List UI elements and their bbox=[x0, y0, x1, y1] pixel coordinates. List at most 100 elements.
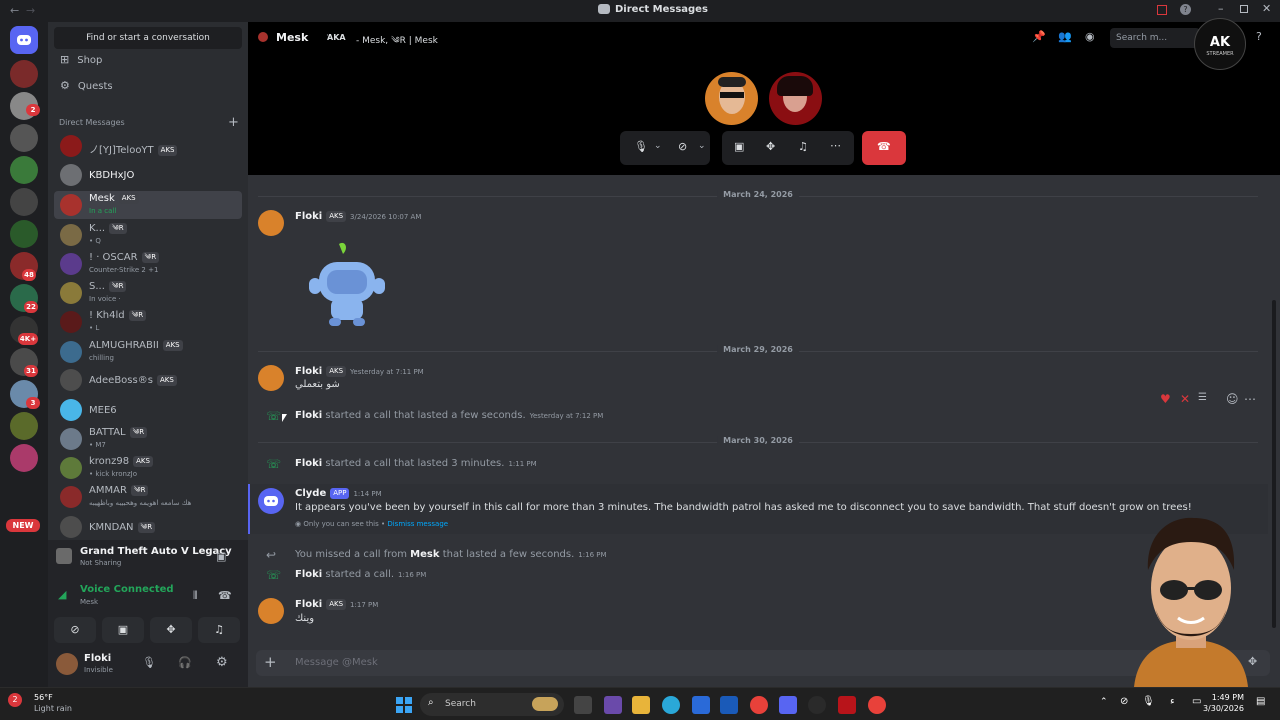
chrome-icon[interactable] bbox=[750, 696, 768, 714]
chevron-up-icon[interactable]: ⌃ bbox=[1100, 697, 1108, 707]
screen-share-button[interactable]: ▣ bbox=[102, 617, 144, 643]
clock-time[interactable]: 1:49 PM bbox=[1210, 693, 1244, 702]
search-messages-input[interactable]: Search m... bbox=[1110, 28, 1200, 48]
server-icon[interactable] bbox=[10, 60, 38, 88]
message-author[interactable]: Clyde bbox=[295, 488, 326, 499]
camera-off-icon[interactable]: ⊘ bbox=[678, 140, 687, 153]
add-reaction-icon[interactable]: ☺ bbox=[1226, 392, 1239, 406]
shop-nav-item[interactable]: ⊞ Shop bbox=[60, 53, 102, 66]
dm-list-item[interactable]: ノ[YJ]TelooYT AKS bbox=[54, 132, 242, 160]
heart-reaction-icon[interactable]: ♥ bbox=[1160, 392, 1171, 406]
participant-avatar[interactable] bbox=[769, 72, 822, 125]
taskbar-search[interactable]: ⌕ Search bbox=[420, 693, 564, 716]
noise-suppression-icon[interactable]: ⫴ bbox=[193, 589, 198, 603]
weather-temp[interactable]: 56°F bbox=[34, 693, 53, 702]
dm-list-item[interactable]: AMMAR ༄R هك سامعه اهويمه وهحبيبه وباظهيبه bbox=[54, 483, 242, 511]
chrome-icon[interactable] bbox=[868, 696, 886, 714]
dm-list-item[interactable]: KMNDAN ༄R bbox=[54, 513, 242, 541]
soundboard-icon[interactable]: ♫ bbox=[798, 140, 808, 153]
task-view-icon[interactable] bbox=[574, 696, 592, 714]
end-call-button[interactable]: ☎ bbox=[862, 131, 906, 165]
quests-nav-item[interactable]: ⚙ Quests bbox=[60, 79, 113, 92]
activities-icon[interactable]: ✥ bbox=[766, 140, 775, 153]
message-author[interactable]: Floki bbox=[295, 599, 322, 610]
x-reaction-icon[interactable]: ✕ bbox=[1180, 392, 1190, 406]
acrobat-icon[interactable] bbox=[838, 696, 856, 714]
voice-status[interactable]: Voice Connected bbox=[80, 584, 174, 595]
language-icon[interactable]: ء bbox=[1170, 696, 1175, 707]
microphone-icon[interactable]: 🎙 bbox=[142, 656, 156, 669]
discord-home-icon[interactable] bbox=[10, 26, 38, 54]
discord-taskbar-icon[interactable] bbox=[779, 696, 797, 714]
dm-list-item[interactable]: Mesk AKS In a call bbox=[54, 191, 242, 219]
profile-icon[interactable]: ◉ bbox=[1085, 30, 1095, 43]
file-explorer-icon[interactable] bbox=[632, 696, 650, 714]
headphones-icon[interactable]: 🎧 bbox=[178, 656, 192, 669]
message-author[interactable]: Floki bbox=[295, 410, 322, 421]
app-icon[interactable] bbox=[604, 696, 622, 714]
avatar[interactable] bbox=[258, 210, 284, 236]
pin-icon[interactable]: 📌 bbox=[1032, 30, 1046, 43]
app-icon[interactable] bbox=[808, 696, 826, 714]
activities-button[interactable]: ✥ bbox=[150, 617, 192, 643]
notification-icon[interactable]: ▤ bbox=[1256, 696, 1265, 707]
maximize-icon[interactable] bbox=[1240, 5, 1248, 13]
message-author[interactable]: Floki bbox=[295, 458, 322, 469]
weather-alert-icon[interactable]: 2 bbox=[8, 693, 22, 707]
avatar[interactable] bbox=[258, 488, 284, 514]
more-options-icon[interactable]: ⋯ bbox=[830, 139, 841, 152]
server-icon[interactable] bbox=[10, 156, 38, 184]
wumpus-sticker[interactable] bbox=[305, 238, 389, 330]
avatar[interactable] bbox=[258, 365, 284, 391]
server-icon[interactable] bbox=[10, 444, 38, 472]
search-input[interactable]: Find or start a conversation bbox=[54, 27, 242, 49]
create-dm-icon[interactable]: + bbox=[228, 115, 239, 130]
windows-start-icon[interactable] bbox=[396, 697, 412, 713]
avatar[interactable] bbox=[258, 598, 284, 624]
scrollbar[interactable] bbox=[1272, 300, 1276, 628]
message-author[interactable]: Mesk bbox=[410, 549, 439, 560]
message-author[interactable]: Floki bbox=[295, 366, 322, 377]
tray-icon[interactable]: ⊘ bbox=[1120, 696, 1128, 707]
user-name[interactable]: Floki bbox=[84, 653, 111, 664]
dm-list-item[interactable]: MEE6 bbox=[54, 396, 242, 424]
microphone-icon[interactable]: 🎙 bbox=[1142, 696, 1155, 707]
chevron-down-icon[interactable]: ⌄ bbox=[654, 141, 662, 151]
server-icon[interactable] bbox=[10, 220, 38, 248]
forward-arrow-icon[interactable]: → bbox=[26, 4, 35, 17]
chevron-down-icon[interactable]: ⌄ bbox=[698, 141, 706, 151]
dm-list-item[interactable]: ! Kh4ld ༄R • L bbox=[54, 308, 242, 336]
disconnect-icon[interactable]: ☎ bbox=[218, 589, 232, 602]
screen-share-icon[interactable]: ▣ bbox=[734, 140, 744, 153]
inbox-icon[interactable] bbox=[1157, 5, 1167, 15]
add-friends-icon[interactable]: 👥 bbox=[1058, 30, 1072, 43]
edge-icon[interactable] bbox=[662, 696, 680, 714]
back-arrow-icon[interactable]: ← bbox=[10, 4, 19, 17]
message-author[interactable]: Floki bbox=[295, 211, 322, 222]
dm-list-item[interactable]: ALMUGHRABII AKS chilling bbox=[54, 338, 242, 366]
reaction-icon[interactable]: ☰ bbox=[1198, 392, 1207, 403]
camera-off-button[interactable]: ⊘ bbox=[54, 617, 96, 643]
dm-list-item[interactable]: KBDHxJO bbox=[54, 161, 242, 189]
more-options-icon[interactable]: ⋯ bbox=[1244, 392, 1256, 406]
dm-list-item[interactable]: S... ༄R In voice · bbox=[54, 279, 242, 307]
message-input[interactable]: Message @Mesk bbox=[295, 657, 378, 668]
stream-icon[interactable]: ▣ bbox=[216, 550, 226, 563]
participant-avatar[interactable] bbox=[705, 72, 758, 125]
outlook-icon[interactable] bbox=[720, 696, 738, 714]
avatar[interactable] bbox=[56, 653, 78, 675]
close-icon[interactable]: ✕ bbox=[1262, 2, 1271, 15]
soundboard-button[interactable]: ♫ bbox=[198, 617, 240, 643]
new-badge[interactable]: NEW bbox=[6, 519, 40, 532]
microphone-icon[interactable]: 🎙 bbox=[634, 140, 648, 153]
dm-list-item[interactable]: K... ༄R • Q bbox=[54, 221, 242, 249]
help-icon[interactable]: ? bbox=[1256, 30, 1262, 43]
server-icon[interactable] bbox=[10, 412, 38, 440]
dm-list-item[interactable]: ! · OSCAR ༄R Counter-Strike 2 +1 bbox=[54, 250, 242, 278]
settings-gear-icon[interactable]: ⚙ bbox=[216, 655, 228, 670]
minimize-icon[interactable]: – bbox=[1218, 2, 1224, 15]
dismiss-link[interactable]: Dismiss message bbox=[387, 520, 448, 528]
server-icon[interactable] bbox=[10, 188, 38, 216]
dm-list-item[interactable]: kronz98 AKS • kick kronzJo bbox=[54, 454, 242, 482]
attach-plus-icon[interactable]: + bbox=[264, 653, 277, 671]
